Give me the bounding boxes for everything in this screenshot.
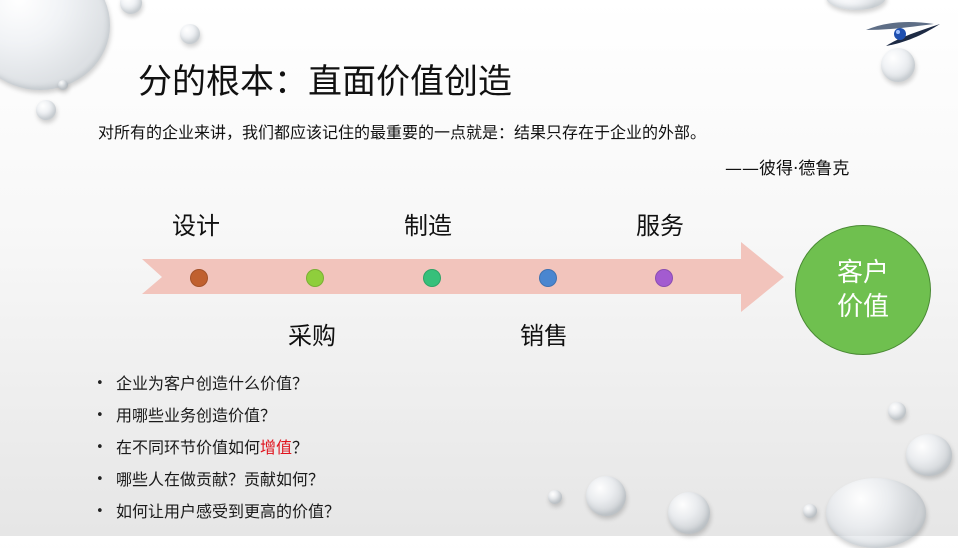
- arrow-shape: [142, 242, 784, 312]
- step-label-sales: 销售: [520, 322, 568, 350]
- step-label-design: 设计: [172, 212, 220, 240]
- step-label-service: 服务: [636, 212, 684, 240]
- question-text: 如何让用户感受到更高的价值？: [116, 502, 341, 521]
- bullet-icon: •: [96, 472, 104, 487]
- question-item: • 用哪些业务创造价值？: [96, 400, 340, 432]
- customer-value-circle: 客户 价值: [795, 225, 931, 355]
- question-text-suffix: ？: [292, 438, 309, 457]
- question-item: • 在不同环节价值如何 增值？: [96, 432, 340, 464]
- step-node-service: [655, 269, 673, 287]
- question-item: • 哪些人在做贡献？贡献如何？: [96, 464, 340, 496]
- question-text: 用哪些业务创造价值？: [116, 406, 277, 425]
- question-highlight: 增值: [260, 438, 293, 457]
- customer-value-label: 客户 价值: [836, 258, 889, 322]
- step-node-design: [190, 269, 208, 287]
- step-label-procurement: 采购: [288, 322, 336, 350]
- question-text: 哪些人在做贡献？贡献如何？: [116, 470, 325, 489]
- question-text: 在不同环节价值如何: [116, 438, 261, 457]
- bullet-icon: •: [96, 504, 104, 519]
- step-label-manufacturing: 制造: [404, 212, 452, 240]
- question-text: 企业为客户创造什么价值？: [116, 374, 309, 393]
- question-item: • 企业为客户创造什么价值？: [96, 368, 340, 400]
- step-node-sales: [539, 269, 557, 287]
- bullet-icon: •: [96, 376, 104, 391]
- slide: 分的根本：直面价值创造 对所有的企业来讲，我们都应该记住的最重要的一点就是：结果…: [0, 0, 958, 548]
- question-item: • 如何让用户感受到更高的价值？: [96, 496, 340, 528]
- bullet-icon: •: [96, 408, 104, 423]
- step-node-procurement: [306, 269, 324, 287]
- bullet-icon: •: [96, 440, 104, 455]
- step-node-manufacturing: [423, 269, 441, 287]
- question-list: • 企业为客户创造什么价值？ • 用哪些业务创造价值？ • 在不同环节价值如何增…: [96, 368, 340, 528]
